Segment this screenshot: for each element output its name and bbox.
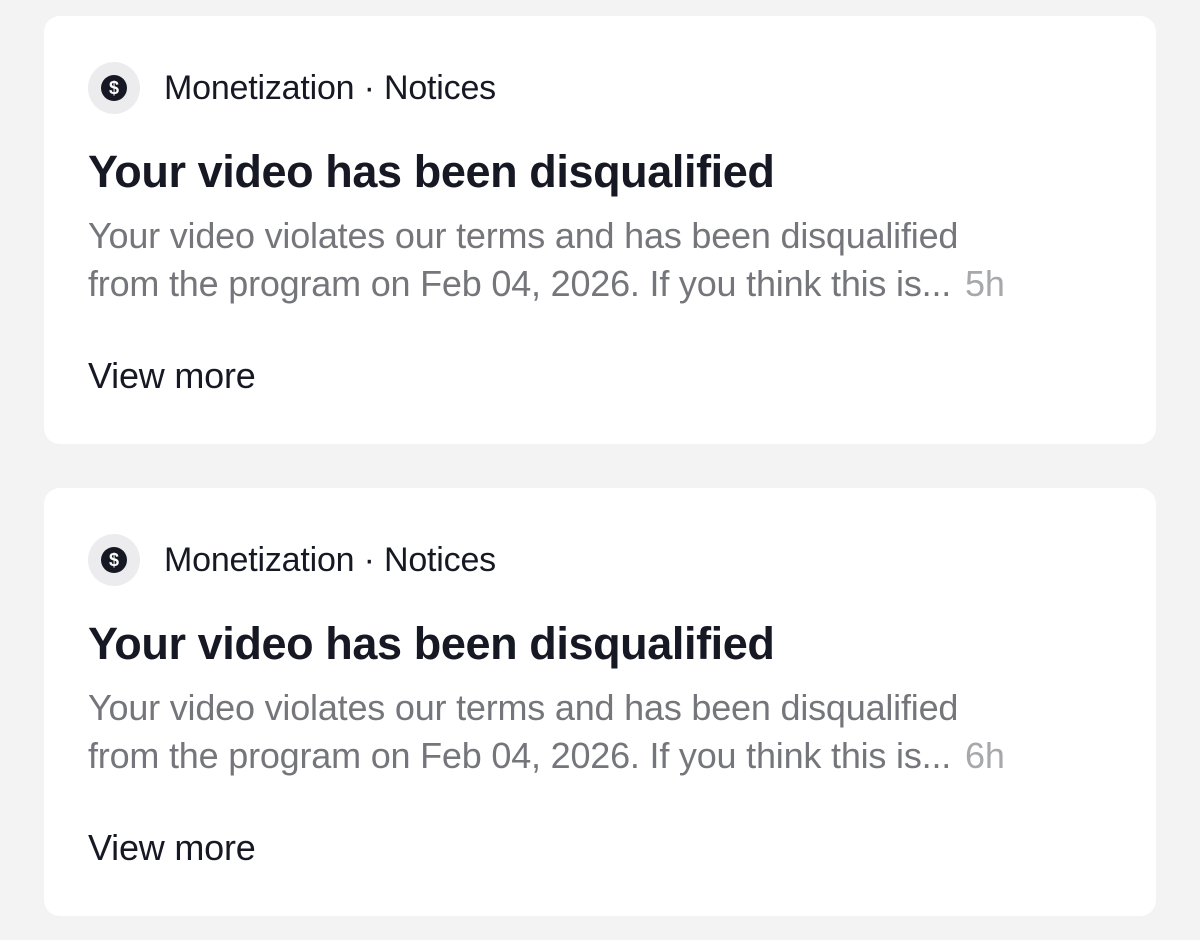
view-more-link[interactable]: View more [88, 352, 256, 400]
dollar-icon: $ [88, 534, 140, 586]
notification-timestamp: 6h [965, 735, 1005, 776]
notification-title: Your video has been disqualified [88, 618, 775, 669]
notification-card[interactable]: $ Monetization · Notices Your video has … [44, 16, 1156, 444]
dollar-icon: $ [88, 62, 140, 114]
notification-body-line: from the program on Feb 04, 2026. If you… [88, 263, 952, 304]
svg-text:$: $ [109, 550, 119, 570]
notification-category: Monetization · Notices [164, 68, 496, 107]
svg-text:$: $ [109, 78, 119, 98]
notification-body-line: Your video violates our terms and has be… [88, 215, 959, 256]
notification-title: Your video has been disqualified [88, 146, 775, 197]
notification-timestamp: 5h [965, 263, 1005, 304]
notification-body-line: Your video violates our terms and has be… [88, 687, 959, 728]
notification-body-line-with-time: from the program on Feb 04, 2026. If you… [88, 732, 1118, 780]
notification-body-line-with-time: from the program on Feb 04, 2026. If you… [88, 260, 1118, 308]
notification-body: Your video violates our terms and has be… [88, 212, 1118, 308]
notification-body-line: from the program on Feb 04, 2026. If you… [88, 735, 952, 776]
notification-header: $ Monetization · Notices [88, 62, 496, 114]
notification-card[interactable]: $ Monetization · Notices Your video has … [44, 488, 1156, 916]
notification-body: Your video violates our terms and has be… [88, 684, 1118, 780]
notification-header: $ Monetization · Notices [88, 534, 496, 586]
notification-category: Monetization · Notices [164, 540, 496, 579]
view-more-link[interactable]: View more [88, 824, 256, 872]
